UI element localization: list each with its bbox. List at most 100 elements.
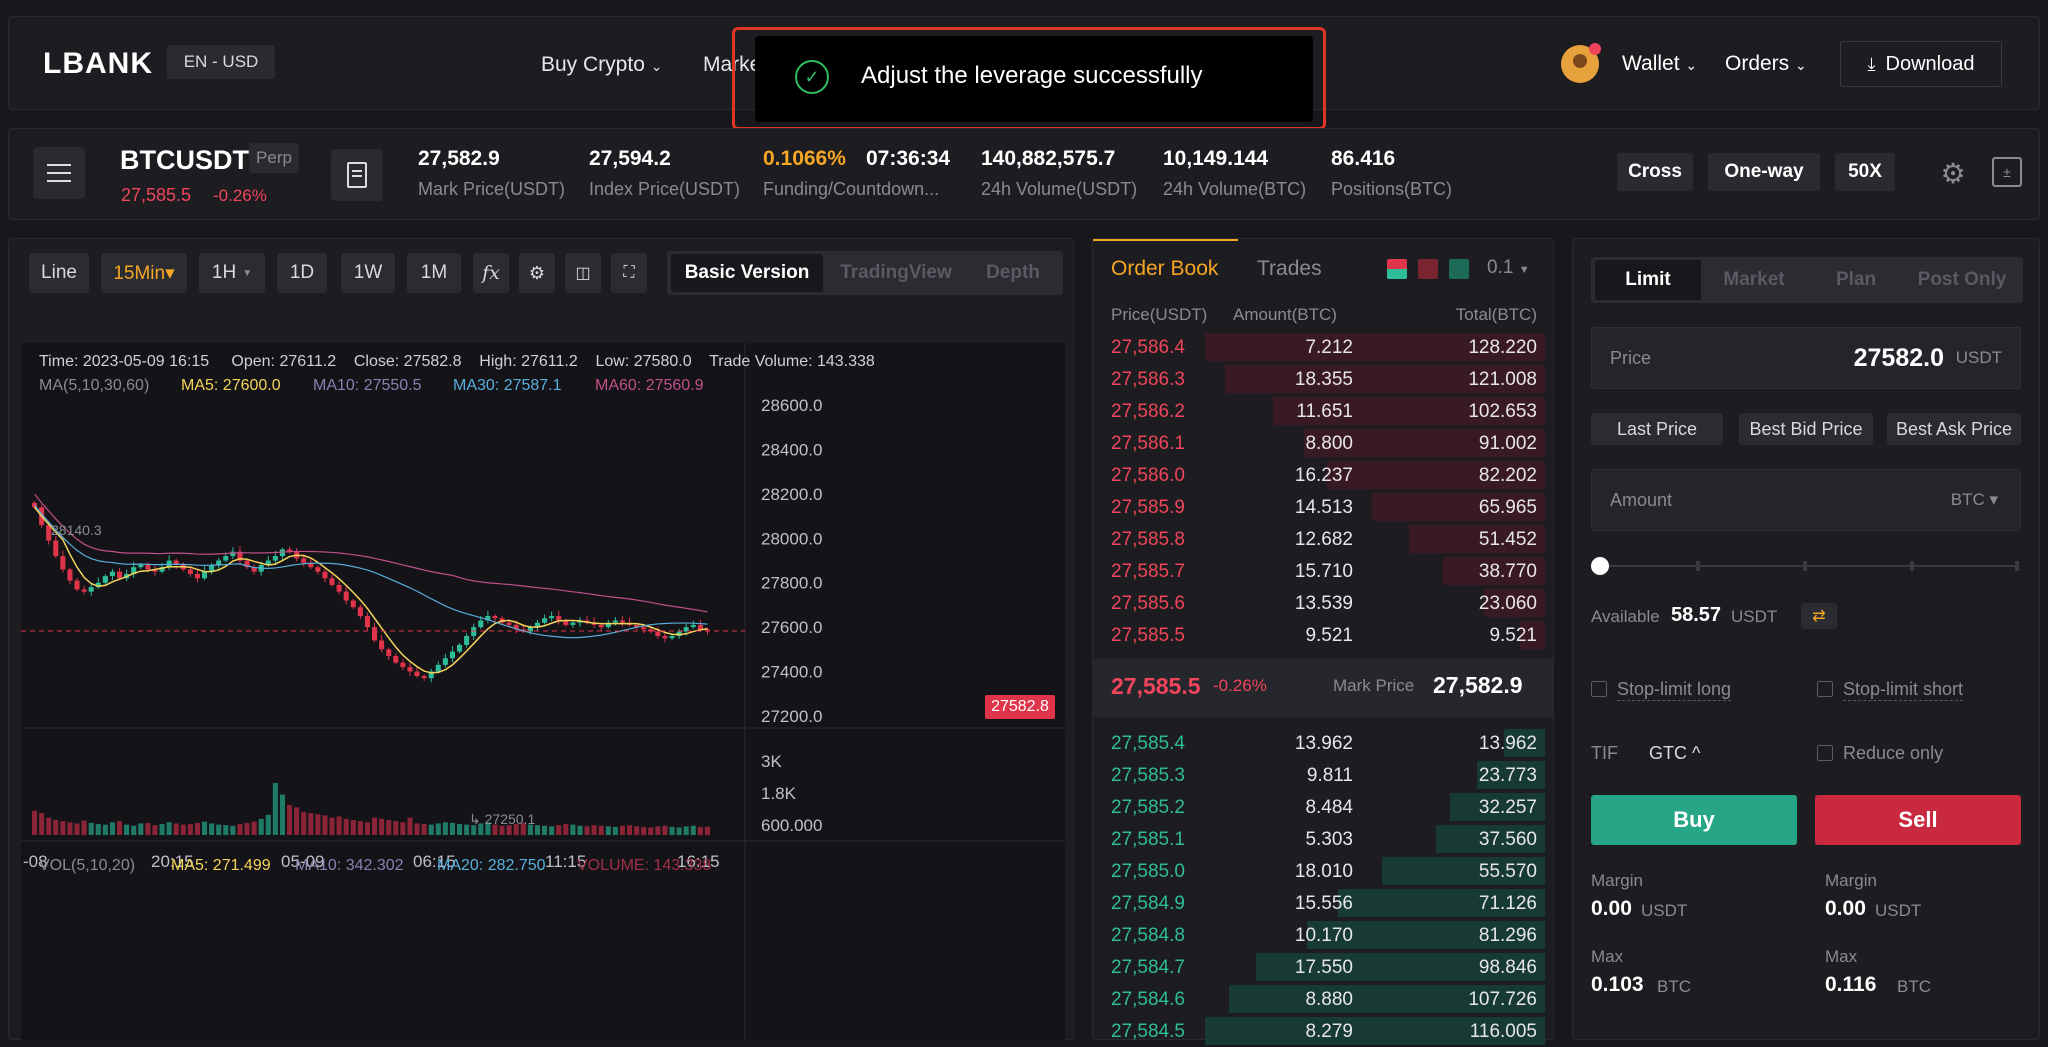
stat-funding-rate: 0.1066% <box>763 147 846 170</box>
chart-settings-icon[interactable]: ⚙ <box>519 253 555 293</box>
ask-row[interactable]: 27,586.3 18.355 121.008 <box>1093 363 1553 395</box>
best-bid-button[interactable]: Best Bid Price <box>1739 413 1873 445</box>
nav-buy-crypto[interactable]: Buy Crypto ⌄ <box>541 53 662 77</box>
last-price: 27,585.5 <box>121 185 192 205</box>
book-both-icon[interactable] <box>1387 259 1407 279</box>
camera-icon[interactable]: ◫ <box>565 253 601 293</box>
tab-depth[interactable]: Depth <box>967 254 1059 292</box>
ask-row[interactable]: 27,586.4 7.212 128.220 <box>1093 331 1553 363</box>
interval-15min-selector[interactable]: 15Min▾ <box>101 253 187 293</box>
ask-row[interactable]: 27,586.1 8.800 91.002 <box>1093 427 1553 459</box>
y-tick-label: 28600.0 <box>761 396 822 415</box>
last-price-button[interactable]: Last Price <box>1591 413 1723 445</box>
bid-row[interactable]: 27,584.8 10.170 81.296 <box>1093 919 1553 951</box>
bid-row[interactable]: 27,585.1 5.303 37.560 <box>1093 823 1553 855</box>
interval-1d-button[interactable]: 1D <box>277 253 327 293</box>
leverage-button[interactable]: 50X <box>1835 153 1895 191</box>
tab-limit[interactable]: Limit <box>1595 260 1701 300</box>
candlestick-chart[interactable]: 28600.0 28400.0 28200.0 28000.0 27800.0 27600… <box>21 343 1065 1041</box>
orders-menu[interactable]: Orders ⌄ <box>1725 52 1807 76</box>
volume-bar <box>336 816 342 835</box>
tab-trades[interactable]: Trades <box>1257 257 1322 281</box>
row-price: 27,585.6 <box>1111 593 1185 614</box>
price-input[interactable]: Price 27582.0 USDT <box>1591 327 2021 389</box>
chart-canvas[interactable]: 28600.0 28400.0 28200.0 28000.0 27800.0 27600… <box>21 343 1065 1041</box>
precision-selector[interactable]: 0.1 ▼ <box>1487 257 1530 279</box>
bid-row[interactable]: 27,584.9 15.556 71.126 <box>1093 887 1553 919</box>
tab-basic-version[interactable]: Basic Version <box>671 254 823 292</box>
interval-1w-button[interactable]: 1W <box>341 253 395 293</box>
ask-row[interactable]: 27,585.7 15.710 38.770 <box>1093 555 1553 587</box>
fullscreen-icon[interactable]: ⛶ <box>611 253 647 293</box>
avatar-icon[interactable] <box>1561 43 1601 83</box>
tab-order-book[interactable]: Order Book <box>1111 257 1218 281</box>
bid-row[interactable]: 27,584.7 17.550 98.846 <box>1093 951 1553 983</box>
bid-row[interactable]: 27,584.5 8.279 116.005 <box>1093 1015 1553 1047</box>
stop-limit-short-checkbox[interactable] <box>1817 681 1833 697</box>
ask-row[interactable]: 27,585.6 13.539 23.060 <box>1093 587 1553 619</box>
position-mode-button[interactable]: One-way <box>1708 153 1820 191</box>
book-bids-icon[interactable] <box>1449 259 1469 279</box>
amount-unit-selector[interactable]: BTC ▾ <box>1951 490 1998 510</box>
reduce-only-label[interactable]: Reduce only <box>1843 743 1943 764</box>
bid-row[interactable]: 27,584.6 8.880 107.726 <box>1093 983 1553 1015</box>
bid-row[interactable]: 27,585.4 13.962 13.962 <box>1093 727 1553 759</box>
calculator-icon[interactable]: ± <box>1992 157 2022 187</box>
price-change: -0.26% <box>213 186 267 205</box>
ask-row[interactable]: 27,585.8 12.682 51.452 <box>1093 523 1553 555</box>
tab-plan[interactable]: Plan <box>1807 260 1905 300</box>
row-amount: 18.355 <box>1294 369 1353 390</box>
best-ask-button[interactable]: Best Ask Price <box>1887 413 2021 445</box>
transfer-icon[interactable]: ⇄ <box>1801 603 1837 629</box>
candle-body <box>697 624 703 630</box>
volume-bar <box>223 825 229 835</box>
stop-limit-long-checkbox[interactable] <box>1591 681 1607 697</box>
ask-row[interactable]: 27,585.9 14.513 65.965 <box>1093 491 1553 523</box>
margin-sell-label: Margin <box>1825 871 1877 890</box>
bid-row[interactable]: 27,585.0 18.010 55.570 <box>1093 855 1553 887</box>
tab-tradingview[interactable]: TradingView <box>827 254 965 292</box>
wallet-menu[interactable]: Wallet ⌄ <box>1622 52 1697 76</box>
logo[interactable]: LBANK <box>43 47 153 81</box>
interval-1h-selector[interactable]: 1H ▼ <box>199 253 265 293</box>
bid-row[interactable]: 27,585.2 8.484 32.257 <box>1093 791 1553 823</box>
chevron-down-icon: ⌄ <box>1685 57 1698 73</box>
tif-selector[interactable]: GTC ^ <box>1649 743 1700 764</box>
stat-vol-usdt-value: 140,882,575.7 <box>981 147 1116 170</box>
order-type-tabs: Limit Market Plan Post Only <box>1591 257 2023 303</box>
volume-bar <box>556 825 562 835</box>
stop-limit-short-label[interactable]: Stop-limit short <box>1843 679 1964 701</box>
volume-bar <box>145 822 151 835</box>
sell-button[interactable]: Sell <box>1815 795 2021 845</box>
stop-limit-long-label[interactable]: Stop-limit long <box>1617 679 1732 701</box>
download-button[interactable]: ⤓ Download <box>1840 41 2002 87</box>
symbol-name[interactable]: BTCUSDT <box>120 145 249 176</box>
row-total: 37.560 <box>1478 829 1537 850</box>
amount-slider[interactable] <box>1591 555 2021 577</box>
slider-handle[interactable] <box>1591 557 1609 575</box>
ask-row[interactable]: 27,586.0 16.237 82.202 <box>1093 459 1553 491</box>
ask-row[interactable]: 27,585.5 9.521 9.521 <box>1093 619 1553 651</box>
line-chart-button[interactable]: Line <box>29 253 89 293</box>
gear-icon[interactable]: ⚙ <box>1937 157 1969 189</box>
book-asks-icon[interactable] <box>1418 259 1438 279</box>
tab-post-only[interactable]: Post Only <box>1905 260 2019 300</box>
menu-icon[interactable] <box>33 147 85 199</box>
contract-info-icon[interactable] <box>331 149 383 201</box>
reduce-only-checkbox[interactable] <box>1817 745 1833 761</box>
buy-button[interactable]: Buy <box>1591 795 1797 845</box>
interval-1m-button[interactable]: 1M <box>407 253 461 293</box>
amount-input[interactable]: Amount BTC ▾ <box>1591 469 2021 531</box>
ask-row[interactable]: 27,586.2 11.651 102.653 <box>1093 395 1553 427</box>
cross-margin-button[interactable]: Cross <box>1617 153 1693 191</box>
tab-market[interactable]: Market <box>1701 260 1807 300</box>
stat-index-price-label: Index Price(USDT) <box>589 179 741 199</box>
candle-body <box>619 620 625 623</box>
candle-body <box>74 580 80 590</box>
available-value: 58.57 <box>1671 604 1722 626</box>
stat-funding-label[interactable]: Funding/Countdown... <box>763 179 939 200</box>
stat-mark-price-label: Mark Price(USDT) <box>418 179 565 199</box>
locale-selector[interactable]: EN - USD <box>167 45 275 79</box>
indicator-fx-icon[interactable]: fx <box>473 253 509 293</box>
bid-row[interactable]: 27,585.3 9.811 23.773 <box>1093 759 1553 791</box>
